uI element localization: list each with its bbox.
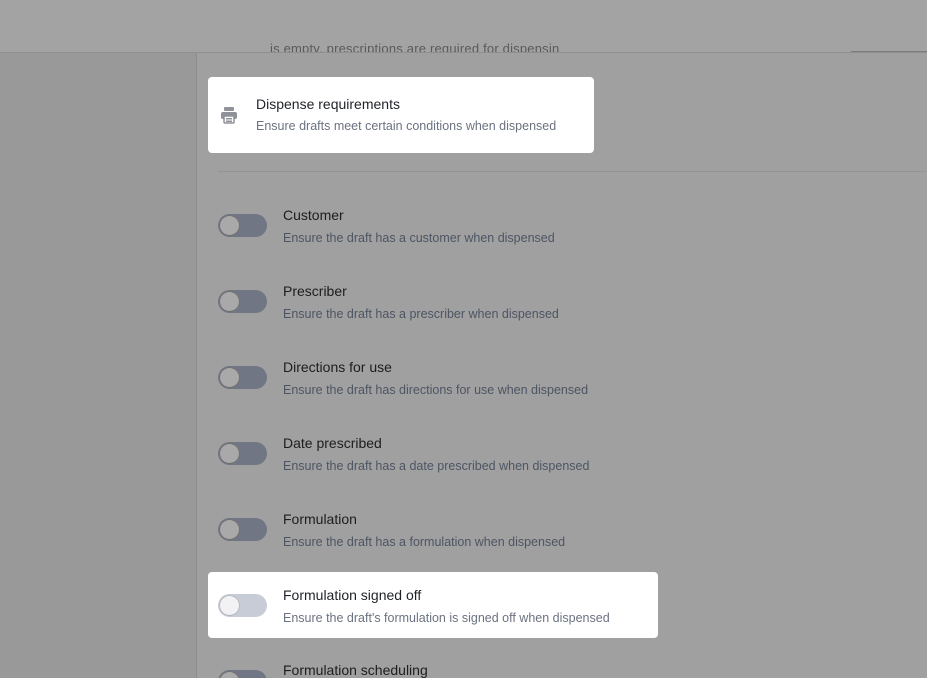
- toggle-knob: [219, 519, 240, 540]
- toggle-knob: [219, 443, 240, 464]
- requirement-description: Ensure the draft has a prescriber when d…: [283, 307, 559, 321]
- requirement-formulation: Formulation Ensure the draft has a formu…: [208, 500, 658, 566]
- requirement-description: Ensure the draft's formulation is signed…: [283, 611, 610, 625]
- requirement-formulation-scheduling: Formulation scheduling: [208, 652, 658, 678]
- printer-icon: [219, 105, 239, 125]
- toggle-knob: [219, 291, 240, 312]
- formulation-signed-off-toggle[interactable]: [218, 594, 267, 617]
- dispense-requirements-header: Dispense requirements Ensure drafts meet…: [208, 77, 594, 153]
- requirement-formulation-signed-off: Formulation signed off Ensure the draft'…: [208, 572, 658, 638]
- directions-for-use-toggle[interactable]: [218, 366, 267, 389]
- requirement-title: Formulation signed off: [283, 587, 422, 603]
- requirement-customer: Customer Ensure the draft has a customer…: [208, 196, 658, 262]
- top-bar-edge: [851, 51, 927, 52]
- prescriber-toggle[interactable]: [218, 290, 267, 313]
- requirement-date-prescribed: Date prescribed Ensure the draft has a d…: [208, 424, 658, 490]
- formulation-scheduling-toggle[interactable]: [218, 670, 267, 678]
- section-description: Ensure drafts meet certain conditions wh…: [256, 119, 557, 133]
- toggle-knob: [219, 215, 240, 236]
- clipped-previous-text: is empty, prescriptions are required for…: [270, 36, 560, 52]
- customer-toggle[interactable]: [218, 214, 267, 237]
- requirement-title: Formulation: [283, 511, 357, 527]
- clipped-previous-text-content: is empty, prescriptions are required for…: [270, 41, 560, 52]
- sidebar: [0, 53, 197, 678]
- toggle-knob: [219, 671, 240, 678]
- date-prescribed-toggle[interactable]: [218, 442, 267, 465]
- requirement-description: Ensure the draft has a formulation when …: [283, 535, 566, 549]
- requirement-description: Ensure the draft has directions for use …: [283, 383, 589, 397]
- requirement-prescriber: Prescriber Ensure the draft has a prescr…: [208, 272, 658, 338]
- requirement-title: Formulation scheduling: [283, 662, 428, 678]
- requirement-directions-for-use: Directions for use Ensure the draft has …: [208, 348, 658, 414]
- requirement-title: Date prescribed: [283, 435, 382, 451]
- requirement-title: Directions for use: [283, 359, 392, 375]
- requirement-description: Ensure the draft has a customer when dis…: [283, 231, 555, 245]
- requirement-title: Prescriber: [283, 283, 347, 299]
- requirement-description: Ensure the draft has a date prescribed w…: [283, 459, 590, 473]
- toggle-knob: [219, 367, 240, 388]
- requirement-title: Customer: [283, 207, 344, 223]
- toggle-knob: [219, 595, 240, 616]
- divider: [218, 171, 927, 172]
- section-title: Dispense requirements: [256, 96, 400, 112]
- formulation-toggle[interactable]: [218, 518, 267, 541]
